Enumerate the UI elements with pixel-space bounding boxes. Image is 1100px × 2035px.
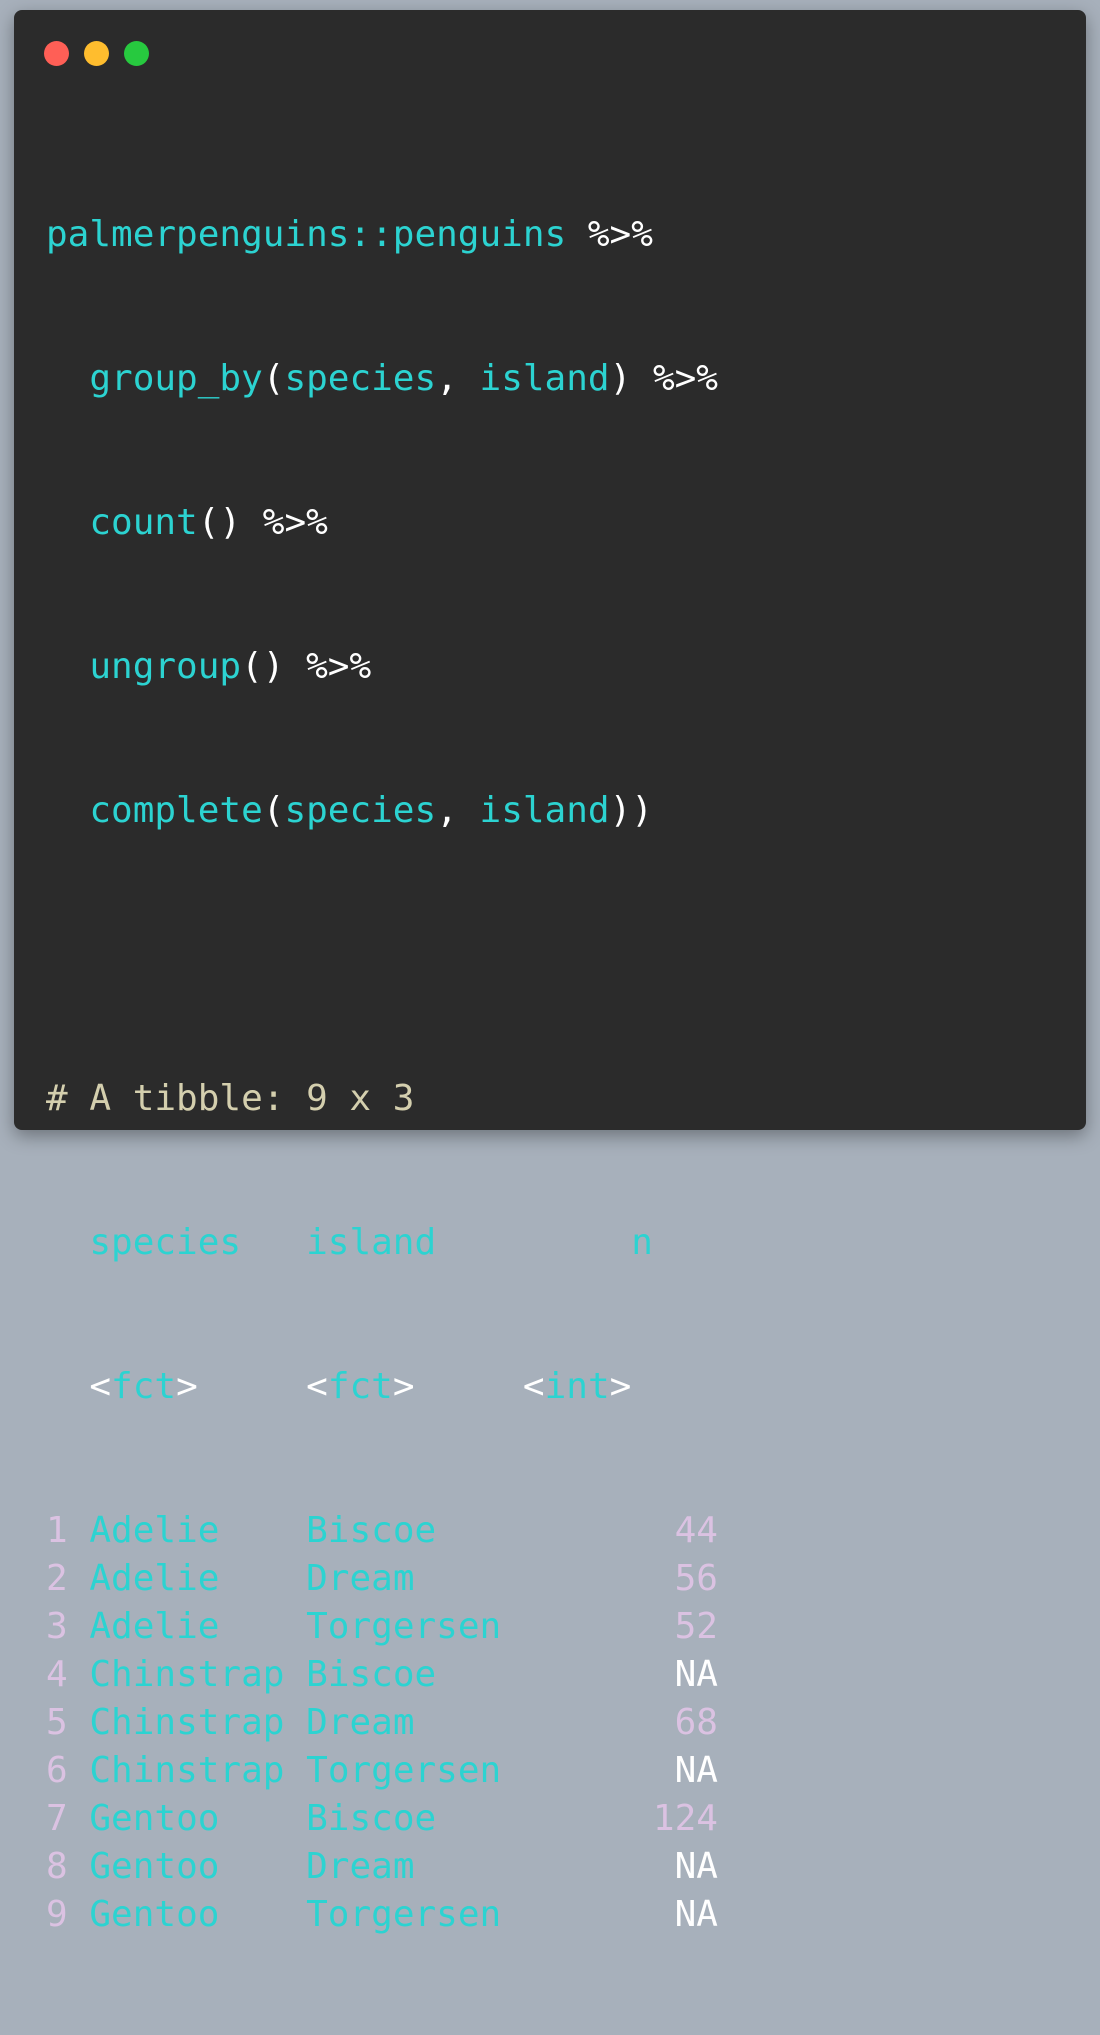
close-button[interactable] [44, 41, 69, 66]
row-index: 9 [46, 1894, 68, 1935]
cell-island: Biscoe [306, 1798, 437, 1839]
tibble-rows: 1 Adelie Biscoe 44 2 Adelie Dream 56 3 Ade… [46, 1507, 718, 1939]
paren: )) [609, 790, 653, 831]
cell-n: 124 [652, 1798, 718, 1839]
code-line-1: palmerpenguins::penguins %>% [46, 211, 718, 259]
column-header-n: n [631, 1222, 653, 1263]
code-block: palmerpenguins::penguins %>% group_by(sp… [46, 115, 718, 2035]
paren: ) [609, 358, 632, 399]
code-line-2: group_by(species, island) %>% [46, 355, 718, 403]
cell-species: Chinstrap [89, 1750, 285, 1791]
cell-n: NA [674, 1750, 718, 1791]
table-row: 3 Adelie Torgersen 52 [46, 1603, 718, 1651]
terminal-window: palmerpenguins::penguins %>% group_by(sp… [14, 10, 1086, 1935]
row-index: 7 [46, 1798, 68, 1839]
type-island: fct [327, 1366, 393, 1407]
cell-island: Dream [306, 1846, 415, 1887]
table-row: 7 Gentoo Biscoe 124 [46, 1795, 718, 1843]
function-name: ungroup [89, 646, 242, 687]
cell-n: 44 [674, 1510, 718, 1551]
row-index: 2 [46, 1558, 68, 1599]
cell-island: Dream [306, 1702, 415, 1743]
cell-island: Torgersen [306, 1606, 502, 1647]
function-name: group_by [89, 358, 263, 399]
argument: island [479, 358, 610, 399]
table-row: 8 Gentoo Dream NA [46, 1843, 718, 1891]
pipe-operator: %>% [262, 502, 328, 543]
cell-species: Gentoo [89, 1894, 220, 1935]
cell-species: Chinstrap [89, 1654, 285, 1695]
cell-n: 52 [674, 1606, 718, 1647]
function-name: complete [89, 790, 263, 831]
row-index: 5 [46, 1702, 68, 1743]
cell-species: Adelie [89, 1558, 220, 1599]
comma: , [436, 790, 458, 831]
cell-island: Torgersen [306, 1750, 502, 1791]
cell-species: Adelie [89, 1510, 220, 1551]
cell-species: Adelie [89, 1606, 220, 1647]
cell-n: NA [674, 1654, 718, 1695]
tibble-header: # A tibble: 9 x 3 [46, 1078, 415, 1119]
paren: ( [262, 790, 285, 831]
paren: ( [262, 358, 285, 399]
argument: island [479, 790, 610, 831]
argument: species [284, 790, 437, 831]
row-index: 8 [46, 1846, 68, 1887]
maximize-button[interactable] [124, 41, 149, 66]
column-header-island: island [306, 1222, 437, 1263]
minimize-button[interactable] [84, 41, 109, 66]
table-row: 5 Chinstrap Dream 68 [46, 1699, 718, 1747]
cell-island: Biscoe [306, 1510, 437, 1551]
type-species: fct [111, 1366, 177, 1407]
row-index: 6 [46, 1750, 68, 1791]
table-row: 4 Chinstrap Biscoe NA [46, 1651, 718, 1699]
cell-n: NA [674, 1846, 718, 1887]
code-line-5: complete(species, island)) [46, 787, 718, 835]
cell-island: Torgersen [306, 1894, 502, 1935]
paren: () [197, 502, 242, 543]
paren: () [241, 646, 285, 687]
table-row: 9 Gentoo Torgersen NA [46, 1891, 718, 1939]
type-n: int [544, 1366, 610, 1407]
dataset-reference: palmerpenguins::penguins [46, 214, 567, 255]
cell-island: Dream [306, 1558, 415, 1599]
column-header-species: species [89, 1222, 242, 1263]
row-index: 3 [46, 1606, 68, 1647]
cell-n: 56 [674, 1558, 718, 1599]
table-row: 6 Chinstrap Torgersen NA [46, 1747, 718, 1795]
table-row: 1 Adelie Biscoe 44 [46, 1507, 718, 1555]
table-row: 2 Adelie Dream 56 [46, 1555, 718, 1603]
row-index: 4 [46, 1654, 68, 1695]
code-line-4: ungroup() %>% [46, 643, 718, 691]
code-line-3: count() %>% [46, 499, 718, 547]
function-name: count [89, 502, 198, 543]
column-types: <fct> <fct> <int> [89, 1366, 632, 1407]
pipe-operator: %>% [587, 214, 653, 255]
pipe-operator: %>% [652, 358, 718, 399]
cell-species: Gentoo [89, 1798, 220, 1839]
cell-species: Gentoo [89, 1846, 220, 1887]
cell-n: NA [674, 1894, 718, 1935]
cell-island: Biscoe [306, 1654, 437, 1695]
column-headers: species island n [46, 1219, 718, 1267]
cell-species: Chinstrap [89, 1702, 285, 1743]
pipe-operator: %>% [306, 646, 372, 687]
row-index: 1 [46, 1510, 68, 1551]
cell-n: 68 [674, 1702, 718, 1743]
comma: , [436, 358, 458, 399]
argument: species [284, 358, 437, 399]
